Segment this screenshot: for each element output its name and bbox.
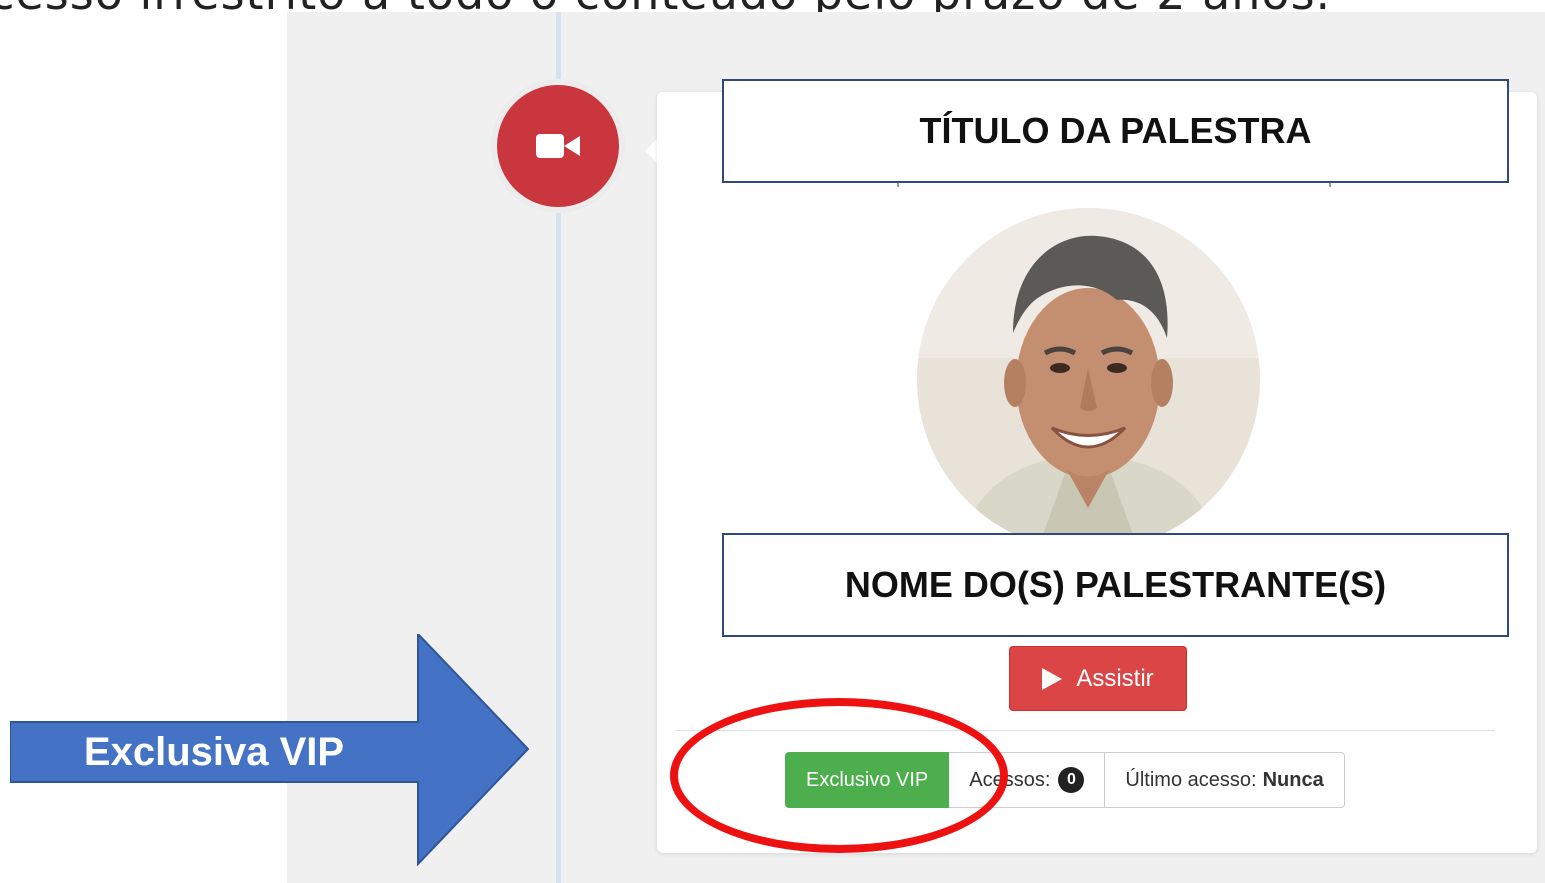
last-access-info: Último acesso: Nunca <box>1105 752 1345 808</box>
last-access-value: Nunca <box>1262 768 1324 791</box>
lecture-title: TÍTULO DA PALESTRA <box>722 79 1509 183</box>
speaker-photo <box>917 208 1260 551</box>
vip-label: Exclusivo VIP <box>806 768 929 791</box>
subtitle-placeholder <box>897 183 1331 187</box>
timeline-badge <box>497 85 619 207</box>
watch-button-label: Assistir <box>1076 664 1154 692</box>
vip-exclusive-badge: Exclusivo VIP <box>785 752 950 808</box>
speaker-portrait <box>917 208 1260 551</box>
watch-button[interactable]: Assistir <box>1009 646 1187 711</box>
last-access-label: Último acesso: <box>1125 768 1257 791</box>
play-icon <box>1042 667 1063 690</box>
speaker-name: NOME DO(S) PALESTRANTE(S) <box>722 533 1509 637</box>
callout-label: Exclusiva VIP <box>83 729 345 774</box>
slide-canvas: acesso irrestrito a todo o conteúdo pelo… <box>0 0 1545 883</box>
access-info-bar: Exclusivo VIP Acessos: 0 Último acesso: … <box>785 752 1345 808</box>
accesses-counter: Acessos: 0 <box>949 752 1106 808</box>
accesses-count-badge: 0 <box>1058 767 1085 793</box>
video-camera-icon <box>536 134 580 158</box>
accesses-label: Acessos: <box>969 768 1051 791</box>
card-divider <box>677 730 1495 731</box>
